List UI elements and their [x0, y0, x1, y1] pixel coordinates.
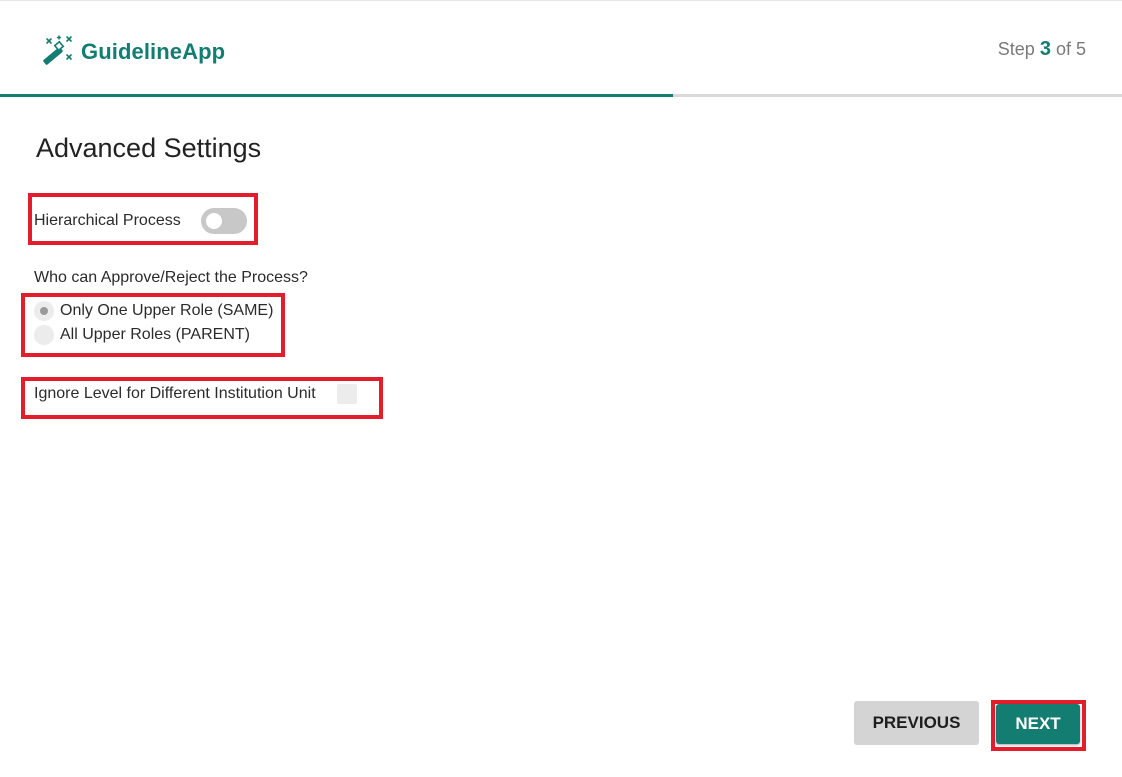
step-prefix: Step [997, 39, 1035, 59]
radio-option-parent[interactable]: All Upper Roles (PARENT) [34, 325, 250, 345]
magic-wand-icon [43, 35, 72, 65]
radio-label-same: Only One Upper Role (SAME) [60, 302, 274, 319]
page-title: Advanced Settings [36, 133, 262, 163]
ignore-level-row: Ignore Level for Different Institution U… [34, 384, 357, 404]
hierarchical-process-label: Hierarchical Process [34, 212, 181, 229]
step-separator: of [1055, 39, 1071, 59]
step-total: 5 [1075, 39, 1086, 59]
step-indicator: Step 3 of 5 [998, 38, 1086, 61]
progress-fill [0, 94, 674, 97]
approval-question: Who can Approve/Reject the Process? [34, 269, 308, 286]
hierarchical-process-toggle[interactable] [200, 208, 247, 234]
previous-button[interactable]: PREVIOUS [854, 701, 979, 745]
ignore-level-label: Ignore Level for Different Institution U… [34, 385, 316, 402]
next-button[interactable]: NEXT [996, 704, 1080, 744]
brand: GuidelineApp [40, 35, 226, 68]
radio-selected-dot [40, 307, 48, 315]
toggle-knob [205, 213, 222, 229]
progress-bar [0, 94, 1122, 97]
radio-button-parent[interactable] [34, 325, 54, 345]
ignore-level-checkbox[interactable] [336, 384, 357, 404]
radio-label-parent: All Upper Roles (PARENT) [60, 326, 250, 343]
app-name: GuidelineApp [81, 39, 226, 64]
hierarchical-process-row: Hierarchical Process [34, 208, 247, 234]
radio-option-same[interactable]: Only One Upper Role (SAME) [34, 301, 273, 321]
radio-button-same[interactable] [34, 301, 54, 321]
step-current: 3 [1039, 38, 1051, 60]
wizard-page: GuidelineApp Step 3 of 5 Advanced Settin… [0, 0, 1122, 777]
header: GuidelineApp Step 3 of 5 [0, 0, 1122, 94]
